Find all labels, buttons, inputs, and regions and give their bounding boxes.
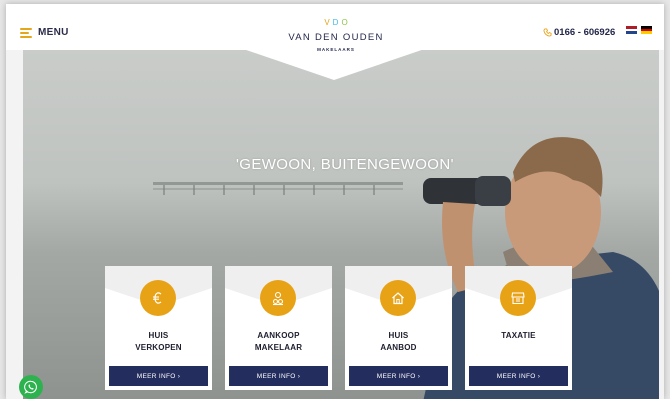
euro-icon [153,292,162,304]
menu-label: MENU [38,27,69,38]
card-title: HUIS VERKOPEN [135,331,182,352]
service-card-huis-aanbod[interactable]: HUIS AANBOD MEER INFO › [345,266,452,390]
service-card-aankoop-makelaar[interactable]: AANKOOP MAKELAAR MEER INFO › [225,266,332,390]
hero-title: 'GEWOON, BUITENGEWOON' [236,156,454,173]
meer-info-button[interactable]: MEER INFO › [229,366,328,386]
whatsapp-icon [24,380,37,394]
people-icon [272,291,284,306]
language-switcher [626,26,652,35]
card-title: HUIS AANBOD [380,331,417,352]
pier-illustration [153,182,403,195]
house-icon [392,292,404,305]
german-flag-icon[interactable] [641,26,652,35]
card-icon-circle [380,280,416,316]
whatsapp-button[interactable] [19,375,43,399]
logo-name: VAN DEN OUDEN [288,32,384,43]
meer-info-button[interactable]: MEER INFO › [349,366,448,386]
hamburger-icon [20,27,32,38]
shop-icon [511,292,525,305]
card-icon-circle [260,280,296,316]
logo-mark-o: O [341,18,348,27]
phone-number: 0166 - 606926 [554,27,616,38]
logo-mark-d: D [332,18,339,27]
browser-viewport: MENU V D O VAN DEN OUDEN MAKELAARS 0166 … [6,4,664,399]
card-title: AANKOOP MAKELAAR [254,331,303,352]
meer-info-button[interactable]: MEER INFO › [109,366,208,386]
phone-icon [543,28,552,37]
card-title: TAXATIE [501,331,536,340]
phone-link[interactable]: 0166 - 606926 [543,27,615,38]
service-card-huis-verkopen[interactable]: HUIS VERKOPEN MEER INFO › [105,266,212,390]
menu-button[interactable]: MENU [20,27,69,38]
logo-subtitle: MAKELAARS [317,47,355,52]
card-icon-circle [140,280,176,316]
meer-info-button[interactable]: MEER INFO › [469,366,568,386]
dutch-flag-icon[interactable] [626,26,637,35]
card-icon-circle [500,280,536,316]
logo-mark-v: V [324,18,330,27]
site-logo[interactable]: V D O VAN DEN OUDEN MAKELAARS [276,19,396,53]
logo-mark: V D O [276,19,396,27]
service-card-taxatie[interactable]: TAXATIE MEER INFO › [465,266,572,390]
